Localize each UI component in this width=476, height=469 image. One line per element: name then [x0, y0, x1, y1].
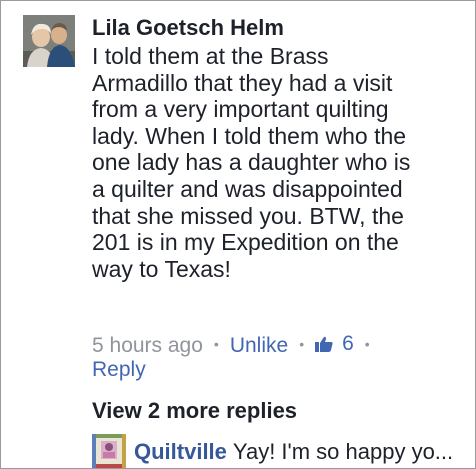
- comment-text-line: from a very important quilting: [92, 96, 389, 123]
- unlike-button[interactable]: Unlike: [230, 334, 288, 357]
- reply-avatar[interactable]: [92, 434, 126, 468]
- comment-text-line: way to Texas!: [92, 255, 231, 282]
- like-count-button[interactable]: 6: [315, 331, 354, 357]
- thumbs-up-icon: [315, 336, 333, 352]
- comment-text-line: 201 is in my Expedition on the: [92, 229, 399, 256]
- comment-text-line: Armadillo that they had a visit: [92, 69, 393, 96]
- reply-preview-text[interactable]: Yay! I'm so happy yo...: [233, 439, 453, 464]
- like-count: 6: [342, 332, 354, 355]
- comment-timestamp[interactable]: 5 hours ago: [92, 334, 203, 357]
- comment-text-line: that she missed you. BTW, the: [92, 202, 404, 229]
- comment-text-line: a quilter and was disappointed: [92, 175, 403, 202]
- reply-button[interactable]: Reply: [92, 357, 146, 383]
- quilt-avatar-icon: [92, 434, 126, 468]
- avatar-photo-icon: [23, 15, 75, 67]
- comment-author-name[interactable]: Lila Goetsch Helm: [92, 15, 284, 41]
- comment-text-line: one lady has a daughter who is: [92, 149, 411, 176]
- reply-preview: Quiltville Yay! I'm so happy yo...: [134, 438, 453, 466]
- view-more-replies-link[interactable]: View 2 more replies: [92, 398, 297, 424]
- reply-author-name[interactable]: Quiltville: [134, 439, 227, 464]
- comment-text-line: I told them at the Brass: [92, 43, 329, 69]
- avatar[interactable]: [23, 15, 75, 67]
- comment-card: Lila Goetsch Helm I told them at the Bra…: [0, 0, 476, 469]
- comment-text-line: lady. When I told them who the: [92, 122, 407, 149]
- comment-actions: 5 hours ago • Unlike • 6 •: [92, 331, 381, 357]
- comment-text: I told them at the Brass Armadillo that …: [92, 43, 464, 282]
- separator: •: [364, 336, 370, 352]
- separator: •: [299, 336, 305, 352]
- separator: •: [213, 336, 219, 352]
